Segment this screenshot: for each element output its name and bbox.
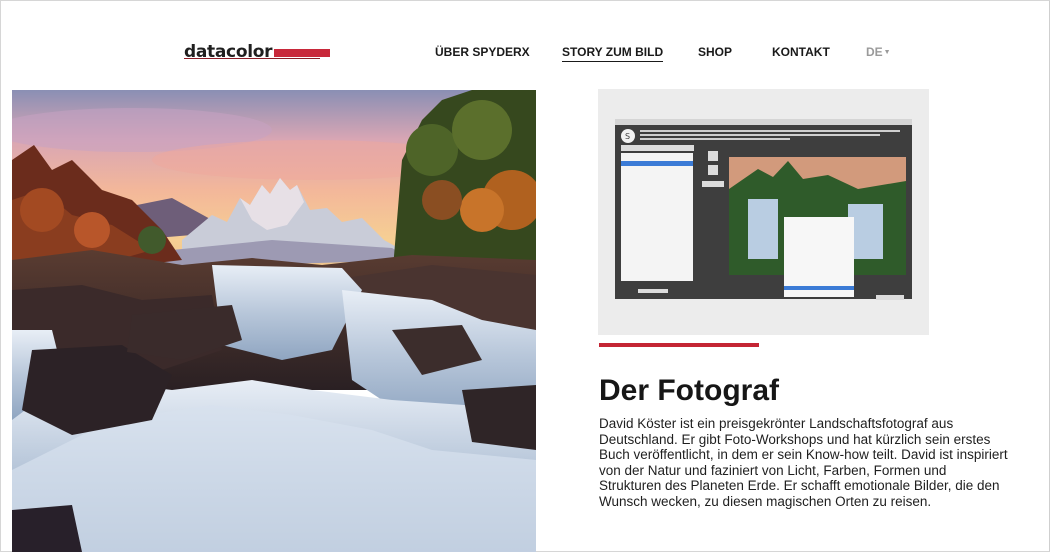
software-window-image: S (598, 89, 929, 335)
svg-text:S: S (625, 132, 630, 141)
logo-red-bar (274, 49, 331, 57)
nav-story-zum-bild[interactable]: STORY ZUM BILD (562, 45, 664, 62)
waterfall-mountain-image (12, 90, 536, 552)
logo-underline (184, 58, 320, 59)
logo-wordmark: datacolor (184, 42, 273, 62)
article-title: Der Fotograf (599, 374, 779, 407)
datacolor-logo[interactable]: datacolor (184, 42, 331, 62)
section-divider (599, 343, 759, 347)
language-selector[interactable]: DE▼ (866, 45, 891, 59)
article-body: David Köster ist ein preisgekrönter Land… (599, 416, 1008, 509)
language-code: DE (866, 45, 883, 59)
hero-landscape-photo (12, 90, 536, 552)
nav-kontakt[interactable]: KONTAKT (772, 45, 830, 59)
nav-ueber-spyderx[interactable]: ÜBER SPYDERX (435, 45, 530, 59)
nav-shop[interactable]: SHOP (698, 45, 732, 59)
spyderx-software-screenshot: S (598, 89, 929, 335)
chevron-down-icon: ▼ (883, 49, 891, 56)
